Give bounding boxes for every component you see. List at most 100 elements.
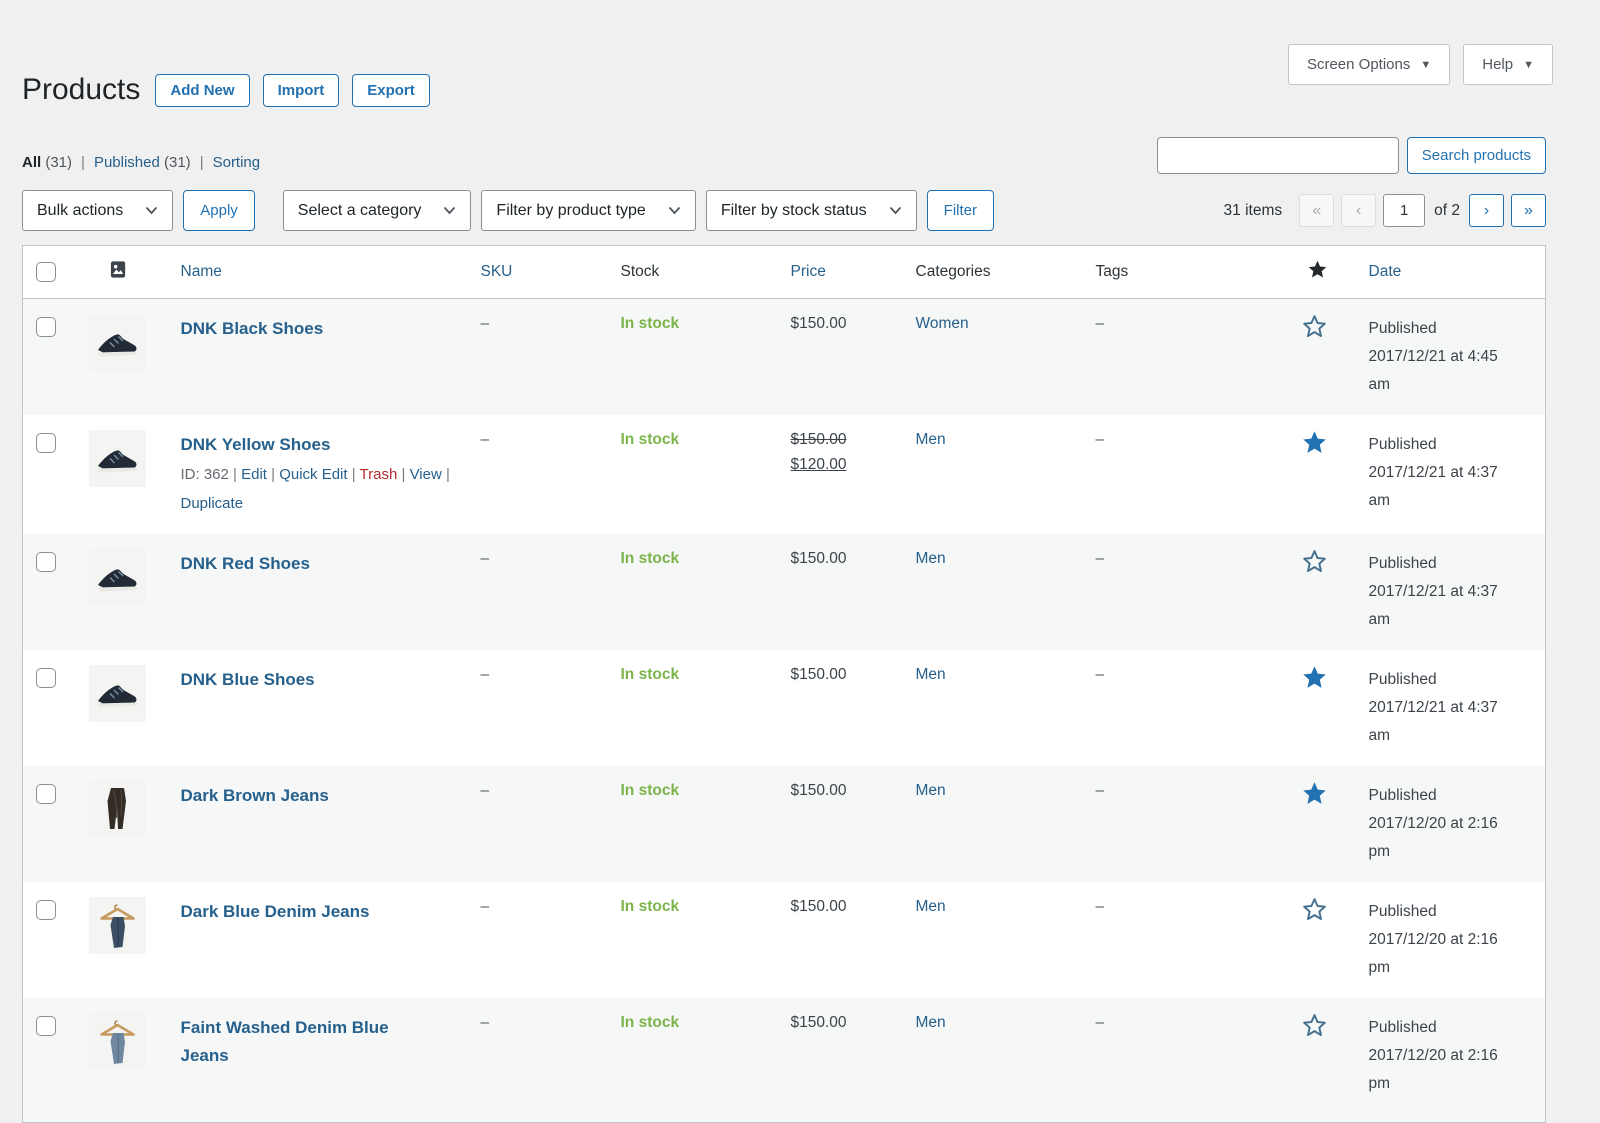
previous-page-button[interactable]: ‹ xyxy=(1341,194,1376,227)
row-action-trash[interactable]: Trash xyxy=(360,466,398,483)
featured-cell xyxy=(1291,299,1356,416)
row-actions: ID: 362 | Edit | Quick Edit | Trash | Vi… xyxy=(181,461,469,518)
status-filter-links: All (31) | Published (31) | Sorting xyxy=(22,154,260,173)
category-link[interactable]: Men xyxy=(916,666,946,683)
date-cell: Published2017/12/20 at 2:16 pm xyxy=(1356,882,1546,998)
first-page-button[interactable]: « xyxy=(1299,194,1334,227)
publish-date: 2017/12/20 at 2:16 pm xyxy=(1369,926,1518,982)
column-header-price[interactable]: Price xyxy=(781,246,906,299)
category-link[interactable]: Men xyxy=(916,898,946,915)
product-name-link[interactable]: Dark Blue Denim Jeans xyxy=(181,898,370,926)
product-thumbnail[interactable] xyxy=(89,430,146,487)
sku-value: – xyxy=(481,431,490,448)
stock-status-filter-select[interactable]: Filter by stock status xyxy=(706,190,917,231)
add-new-button[interactable]: Add New xyxy=(155,74,249,107)
row-checkbox[interactable] xyxy=(36,668,56,688)
column-header-name[interactable]: Name xyxy=(171,246,471,299)
row-select-cell xyxy=(23,998,67,1122)
export-button[interactable]: Export xyxy=(352,74,430,107)
product-thumbnail[interactable] xyxy=(89,897,146,954)
apply-button[interactable]: Apply xyxy=(183,190,255,231)
category-link[interactable]: Men xyxy=(916,1014,946,1031)
table-row: Faint Washed Denim Blue Jeans–In stock$1… xyxy=(23,998,1546,1122)
star-filled-icon[interactable] xyxy=(1301,664,1328,691)
tags-cell: – xyxy=(1086,415,1291,534)
price-cell: $150.00 xyxy=(781,299,906,416)
sku-value: – xyxy=(481,898,490,915)
current-page-input[interactable] xyxy=(1383,194,1425,227)
products-table: Name SKU Stock Price Categories Tags Dat… xyxy=(22,245,1546,1123)
product-name-link[interactable]: Faint Washed Denim Blue Jeans xyxy=(181,1014,431,1070)
row-id-label: ID: 362 xyxy=(181,466,229,483)
search-products-button[interactable]: Search products xyxy=(1407,137,1546,174)
row-checkbox[interactable] xyxy=(36,433,56,453)
bulk-actions-select[interactable]: Bulk actions xyxy=(22,190,173,231)
product-thumbnail[interactable] xyxy=(89,314,146,371)
category-link[interactable]: Men xyxy=(916,550,946,567)
row-action-quick-edit[interactable]: Quick Edit xyxy=(279,466,347,483)
star-icon xyxy=(1307,259,1328,280)
row-action-duplicate[interactable]: Duplicate xyxy=(181,495,244,512)
column-header-stock: Stock xyxy=(611,246,781,299)
column-header-date[interactable]: Date xyxy=(1356,246,1546,299)
featured-cell xyxy=(1291,998,1356,1122)
product-name-link[interactable]: DNK Blue Shoes xyxy=(181,666,315,694)
category-link[interactable]: Women xyxy=(916,315,969,332)
stock-cell: In stock xyxy=(611,650,781,766)
column-header-sku[interactable]: SKU xyxy=(471,246,611,299)
star-filled-icon[interactable] xyxy=(1301,429,1328,456)
product-name-cell: DNK Red Shoes xyxy=(171,534,471,650)
chevron-down-icon xyxy=(889,206,902,215)
sku-cell: – xyxy=(471,299,611,416)
select-all-checkbox[interactable] xyxy=(36,262,56,282)
product-thumbnail[interactable] xyxy=(89,549,146,606)
view-sorting-link[interactable]: Sorting xyxy=(213,154,261,171)
product-type-filter-select[interactable]: Filter by product type xyxy=(481,190,695,231)
publish-date: 2017/12/20 at 2:16 pm xyxy=(1369,1042,1518,1098)
publish-status: Published xyxy=(1369,898,1518,926)
featured-cell xyxy=(1291,534,1356,650)
price-value: $150.00 xyxy=(791,898,847,915)
next-page-button[interactable]: › xyxy=(1469,194,1504,227)
product-name-link[interactable]: DNK Red Shoes xyxy=(181,550,310,578)
view-all-link[interactable]: All (31) xyxy=(22,154,72,171)
category-filter-select[interactable]: Select a category xyxy=(283,190,472,231)
row-action-edit[interactable]: Edit xyxy=(241,466,267,483)
row-checkbox[interactable] xyxy=(36,900,56,920)
categories-cell: Men xyxy=(906,998,1086,1122)
search-input[interactable] xyxy=(1157,137,1399,174)
row-checkbox[interactable] xyxy=(36,784,56,804)
separator: | xyxy=(348,466,360,483)
view-published-count: (31) xyxy=(164,154,191,171)
star-outline-icon[interactable] xyxy=(1301,313,1328,340)
row-checkbox[interactable] xyxy=(36,1016,56,1036)
last-page-button[interactable]: » xyxy=(1511,194,1546,227)
filter-button[interactable]: Filter xyxy=(927,190,994,231)
row-action-view[interactable]: View xyxy=(410,466,442,483)
row-checkbox[interactable] xyxy=(36,552,56,572)
category-link[interactable]: Men xyxy=(916,431,946,448)
category-link[interactable]: Men xyxy=(916,782,946,799)
product-name-link[interactable]: DNK Yellow Shoes xyxy=(181,431,331,459)
separator: | xyxy=(397,466,409,483)
tags-value: – xyxy=(1096,550,1105,567)
product-name-link[interactable]: Dark Brown Jeans xyxy=(181,782,329,810)
star-outline-icon[interactable] xyxy=(1301,896,1328,923)
categories-cell: Men xyxy=(906,882,1086,998)
star-filled-icon[interactable] xyxy=(1301,780,1328,807)
product-name-link[interactable]: DNK Black Shoes xyxy=(181,315,324,343)
sku-cell: – xyxy=(471,998,611,1122)
product-name-cell: DNK Black Shoes xyxy=(171,299,471,416)
product-thumbnail[interactable] xyxy=(89,665,146,722)
tags-value: – xyxy=(1096,431,1105,448)
product-thumbnail[interactable] xyxy=(89,1013,146,1070)
star-outline-icon[interactable] xyxy=(1301,1012,1328,1039)
row-checkbox[interactable] xyxy=(36,317,56,337)
product-thumbnail[interactable] xyxy=(89,781,146,838)
product-image-cell xyxy=(67,415,171,534)
stock-cell: In stock xyxy=(611,534,781,650)
view-published-link[interactable]: Published (31) xyxy=(94,154,191,171)
old-price: $150.00 xyxy=(791,431,847,448)
import-button[interactable]: Import xyxy=(263,74,340,107)
star-outline-icon[interactable] xyxy=(1301,548,1328,575)
